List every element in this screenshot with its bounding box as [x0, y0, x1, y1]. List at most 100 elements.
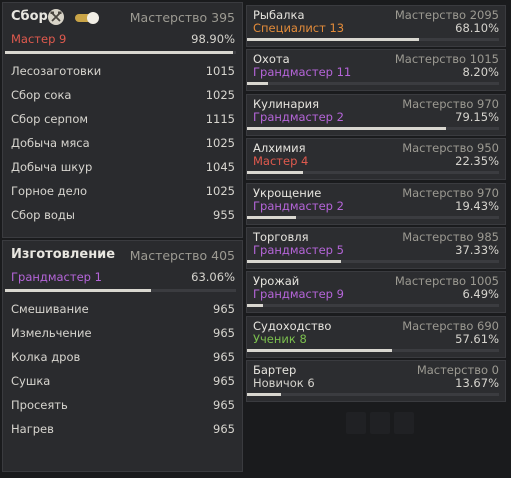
background-slot: [394, 412, 414, 434]
gathering-mastery: Мастерство 395: [129, 10, 235, 25]
skill-value: 965: [213, 302, 235, 316]
skill-value: 1045: [205, 160, 235, 174]
skill-row[interactable]: Смешивание 965: [3, 298, 242, 322]
life-skill-progress-fill: [247, 393, 282, 397]
life-skill-progress-bar: [247, 348, 499, 352]
gathering-header: Сбор Мастерство 395: [3, 3, 242, 29]
crafting-progress-fill: [5, 289, 151, 292]
life-skill-name: Рыбалка: [253, 8, 305, 22]
skill-row[interactable]: Сушка 965: [3, 370, 242, 394]
life-skill-progress-fill: [247, 82, 268, 86]
skill-row[interactable]: Добыча шкур 1045: [3, 156, 242, 180]
life-skill-mastery: Мастерство 2095: [394, 8, 499, 22]
skill-name: Сбор серпом: [11, 112, 89, 126]
life-skill-percent: 22.35%: [455, 154, 499, 169]
life-skill-rank: Грандмастер 2: [253, 198, 344, 213]
skill-row[interactable]: Сбор сока 1025: [3, 84, 242, 108]
crafting-title: Изготовление: [11, 247, 116, 262]
skill-name: Лесозаготовки: [11, 64, 102, 78]
skill-value: 1015: [205, 64, 235, 78]
gathering-progress-fill: [5, 51, 234, 54]
life-skill-name: Торговля: [253, 230, 309, 244]
skill-value: 965: [213, 350, 235, 364]
life-skill-card[interactable]: Судоходство Мастерство 690 Ученик 8 57.61%: [246, 315, 506, 358]
skill-value: 955: [213, 208, 235, 222]
life-skill-card[interactable]: Кулинария Мастерство 970 Грандмастер 2 79.1…: [246, 93, 506, 136]
life-skill-progress-bar: [247, 126, 499, 130]
skill-value: 1115: [205, 112, 235, 126]
life-skill-percent: 8.20%: [462, 65, 499, 80]
gathering-skill-list: Лесозаготовки 1015 Сбор сока 1025 Сбор серпо…: [3, 54, 242, 228]
life-skill-percent: 68.10%: [455, 21, 499, 35]
life-skill-card[interactable]: Укрощение Мастерство 970 Грандмастер 2 19.4…: [246, 182, 506, 225]
life-skill-card[interactable]: Торговля Мастерство 985 Грандмастер 5 37.33…: [246, 227, 506, 269]
life-skill-card[interactable]: Бартер Мастерство 0 Новичок 6 13.67%: [246, 360, 506, 403]
background-slot: [370, 412, 390, 434]
skill-row[interactable]: Лесозаготовки 1015: [3, 60, 242, 84]
gathering-panel: Сбор Мастерство 395 Мастер 9 98.90% Лесо…: [2, 2, 243, 238]
life-skill-mastery: Мастерство 985: [402, 230, 499, 244]
gathering-toggle[interactable]: [75, 12, 99, 24]
life-skill-percent: 13.67%: [455, 376, 499, 391]
life-skill-progress-bar: [247, 215, 499, 219]
skill-name: Добыча мяса: [11, 136, 90, 150]
life-skill-rank: Грандмастер 11: [253, 65, 352, 80]
crossed-tools-icon[interactable]: [48, 9, 64, 25]
skill-name: Сушка: [11, 374, 51, 388]
life-skill-card[interactable]: Рыбалка Мастерство 2095 Специалист 13 68.10…: [246, 5, 506, 47]
life-skill-card[interactable]: Охота Мастерство 1015 Грандмастер 11 8.20%: [246, 49, 506, 92]
skill-value: 965: [213, 374, 235, 388]
skill-value: 1025: [205, 136, 235, 150]
skill-value: 1025: [205, 88, 235, 102]
skill-name: Смешивание: [11, 302, 89, 316]
gathering-percent: 98.90%: [191, 32, 235, 46]
life-skill-progress-bar: [247, 393, 499, 397]
background-slot: [346, 412, 366, 434]
skill-name: Сбор воды: [11, 208, 75, 222]
skill-value: 1025: [205, 184, 235, 198]
skill-row[interactable]: Нагрев 965: [3, 418, 242, 442]
crafting-panel: Изготовление Мастерство 405 Грандмастер …: [2, 240, 243, 472]
life-skill-mastery: Мастерство 0: [416, 363, 499, 378]
life-skill-name: Алхимия: [253, 141, 306, 156]
crafting-rank-line: Грандмастер 1 63.06%: [3, 267, 242, 289]
skill-name: Измельчение: [11, 326, 92, 340]
life-skill-rank: Мастер 4: [253, 154, 309, 169]
skill-row[interactable]: Сбор серпом 1115: [3, 108, 242, 132]
skill-row[interactable]: Сбор воды 955: [3, 204, 242, 228]
life-skill-rank: Грандмастер 5: [253, 243, 344, 257]
skill-row[interactable]: Добыча мяса 1025: [3, 132, 242, 156]
skill-value: 965: [213, 398, 235, 412]
life-skill-progress-bar: [247, 82, 499, 86]
life-skill-rank: Грандмастер 9: [253, 287, 344, 302]
life-skill-progress-bar: [247, 171, 499, 175]
skill-name: Просеять: [11, 398, 68, 412]
life-skill-card[interactable]: Алхимия Мастерство 950 Мастер 4 22.35%: [246, 138, 506, 181]
skill-name: Добыча шкур: [11, 160, 93, 174]
life-skill-card[interactable]: Урожай Мастерство 1005 Грандмастер 9 6.49%: [246, 271, 506, 314]
crafting-rank: Грандмастер 1: [11, 270, 102, 284]
skill-row[interactable]: Измельчение 965: [3, 322, 242, 346]
life-skill-name: Кулинария: [253, 96, 320, 111]
life-skill-progress-fill: [247, 348, 393, 352]
life-skill-percent: 57.61%: [455, 331, 499, 346]
life-skill-progress-fill: [247, 126, 447, 130]
life-skill-rank: Новичок 6: [253, 376, 315, 391]
life-skill-mastery: Мастерство 690: [402, 318, 499, 333]
life-skill-rank: Специалист 13: [253, 21, 345, 35]
skill-row[interactable]: Просеять 965: [3, 394, 242, 418]
gathering-rank-line: Мастер 9 98.90%: [3, 29, 242, 51]
skill-row[interactable]: Горное дело 1025: [3, 180, 242, 204]
life-skill-mastery: Мастерство 970: [402, 96, 499, 111]
life-skill-mastery: Мастерство 1005: [394, 274, 499, 289]
life-skill-percent: 6.49%: [462, 287, 499, 302]
skill-value: 965: [213, 422, 235, 436]
skill-name: Горное дело: [11, 184, 88, 198]
life-skill-mastery: Мастерство 1015: [394, 52, 499, 67]
skill-row[interactable]: Колка дров 965: [3, 346, 242, 370]
life-skill-progress-fill: [247, 260, 342, 263]
life-skill-progress-bar: [247, 38, 499, 41]
life-skill-rank: Грандмастер 2: [253, 109, 344, 124]
crafting-progress-bar: [5, 289, 236, 292]
life-skill-percent: 79.15%: [455, 109, 499, 124]
